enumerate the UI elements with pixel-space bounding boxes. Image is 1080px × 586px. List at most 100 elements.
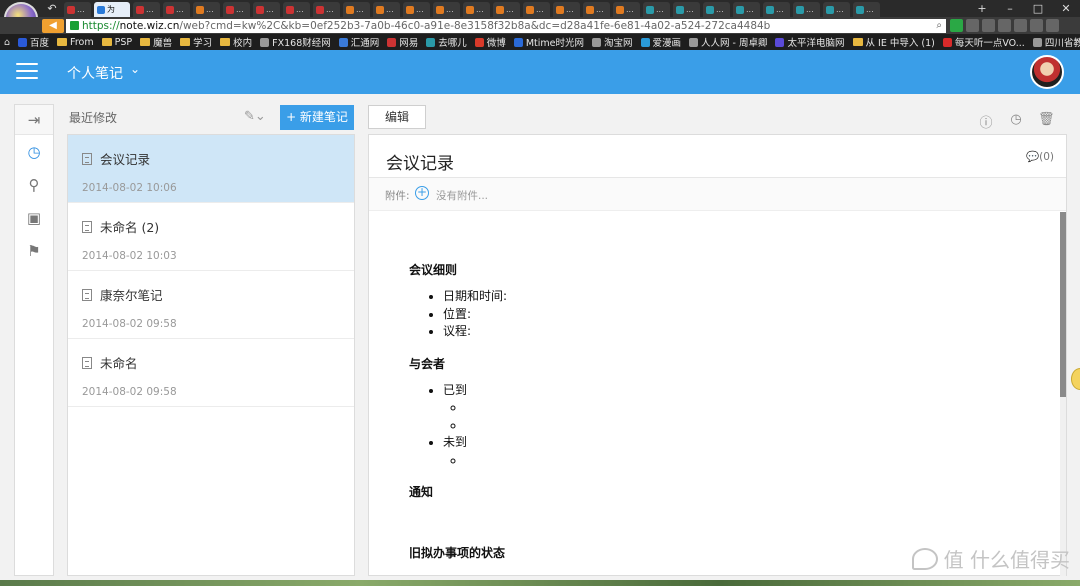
site-icon — [513, 37, 523, 47]
floating-assistant-icon[interactable] — [1071, 368, 1080, 390]
browser-tab[interactable]: ... — [763, 2, 790, 17]
note-content[interactable]: 会议细则 日期和时间: 位置: 议程: 与会者 已到 未到 通知 旧拟办事项的状… — [409, 261, 1009, 575]
browser-tab[interactable]: ... — [433, 2, 460, 17]
browser-tab[interactable]: ... — [853, 2, 880, 17]
back-icon[interactable]: ◀ — [42, 18, 64, 33]
minimize-icon[interactable]: – — [996, 0, 1024, 17]
note-date: 2014-08-02 10:06 — [82, 182, 177, 194]
bookmark-folder[interactable]: 从 IE 中导入 (1) — [852, 35, 935, 49]
browser-tab[interactable]: ... — [703, 2, 730, 17]
note-list-item[interactable]: 未命名 2014-08-02 09:58 — [68, 339, 354, 407]
attachments-bar: 附件: + 没有附件... — [369, 178, 1066, 211]
trash-icon[interactable]: 🗑 — [1038, 112, 1055, 131]
bookmark-folder[interactable]: 魔兽 — [140, 35, 172, 49]
content-list-item: 未到 — [443, 434, 1009, 469]
browser-tab[interactable]: ... — [373, 2, 400, 17]
extension-icon[interactable] — [950, 19, 963, 32]
browser-tab[interactable]: ... — [463, 2, 490, 17]
browser-tab[interactable]: ... — [223, 2, 250, 17]
menu-icon[interactable] — [16, 63, 38, 81]
browser-tab[interactable]: ... — [343, 2, 370, 17]
bookmark-folder[interactable]: 校内 — [220, 35, 252, 49]
note-title[interactable]: 会议记录 — [386, 149, 454, 174]
site-icon — [1032, 37, 1042, 47]
browser-tab[interactable]: ... — [493, 2, 520, 17]
browser-tab[interactable]: ... — [64, 2, 91, 17]
chat-icon[interactable] — [1030, 19, 1043, 32]
editor-scrollbar[interactable] — [1060, 212, 1066, 576]
recent-clock-icon[interactable]: ◷ — [15, 135, 53, 168]
bookmark-item[interactable]: 人人网 - 周卓卿 — [689, 35, 767, 49]
tag-icon[interactable]: ⚑ — [15, 234, 53, 267]
bookmark-item[interactable]: 网易 — [387, 35, 418, 49]
note-date: 2014-08-02 09:58 — [82, 386, 177, 398]
browser-tab[interactable]: ... — [583, 2, 610, 17]
browser-tab-active[interactable]: 为 — [94, 2, 130, 17]
search-icon[interactable]: ⚲ — [15, 168, 53, 201]
browser-tab[interactable]: ... — [733, 2, 760, 17]
new-note-button[interactable]: + 新建笔记 — [280, 105, 354, 130]
site-favicon-icon — [376, 5, 384, 14]
browser-tab[interactable]: ... — [613, 2, 640, 17]
scrollbar-thumb[interactable] — [1060, 212, 1066, 397]
bookmark-item[interactable]: 爱漫画 — [640, 35, 681, 49]
note-date: 2014-08-02 09:58 — [82, 318, 177, 330]
bookmark-item[interactable]: 汇通网 — [338, 35, 379, 49]
sort-options-icon[interactable]: ✎⌄ — [244, 109, 266, 124]
browser-tab[interactable]: ... — [793, 2, 820, 17]
download-icon[interactable] — [982, 19, 995, 32]
bookmark-item[interactable]: 每天听一点VO... — [942, 35, 1025, 49]
menu-icon[interactable] — [1046, 19, 1059, 32]
browser-tab[interactable]: ... — [553, 2, 580, 17]
add-attachment-icon[interactable]: + — [415, 186, 429, 200]
new-tab-icon[interactable]: + — [968, 0, 996, 17]
translate-icon[interactable] — [1014, 19, 1027, 32]
info-icon[interactable]: ⓘ — [978, 112, 994, 131]
browser-tab[interactable]: ... — [163, 2, 190, 17]
site-favicon-icon — [346, 5, 354, 14]
browser-tab[interactable]: ... — [133, 2, 160, 17]
browser-tab[interactable]: ... — [673, 2, 700, 17]
site-favicon-icon — [226, 5, 234, 14]
bookmark-item[interactable]: FX168财经网 — [260, 35, 331, 49]
collapse-sidebar-icon[interactable]: ⇥ — [15, 105, 53, 135]
bookmark-item[interactable]: Mtime时光网 — [513, 35, 584, 49]
note-list-item[interactable]: 康奈尔笔记 2014-08-02 09:58 — [68, 271, 354, 339]
star-icon[interactable] — [966, 19, 979, 32]
site-favicon-icon — [316, 5, 324, 14]
search-icon[interactable]: ⌕ — [936, 20, 942, 31]
edit-button[interactable]: 编辑 — [368, 105, 426, 129]
notebook-icon[interactable]: ▣ — [15, 201, 53, 234]
bookmark-item[interactable]: 四川省教育考... — [1032, 35, 1080, 49]
game-icon[interactable] — [998, 19, 1011, 32]
browser-tab[interactable]: ... — [253, 2, 280, 17]
notebook-title[interactable]: 个人笔记 — [67, 63, 123, 83]
url-field[interactable]: https:// note.wiz.cn /web?cmd=kw%2C&kb=0… — [66, 18, 946, 33]
browser-tab[interactable]: ... — [283, 2, 310, 17]
bookmark-folder[interactable]: 学习 — [180, 35, 212, 49]
empty-sublist-item — [465, 399, 1009, 417]
note-list-item[interactable]: 未命名 (2) 2014-08-02 10:03 — [68, 203, 354, 271]
note-list-item[interactable]: 会议记录 2014-08-02 10:06 — [68, 135, 354, 203]
comments-button[interactable]: 💬(0) — [1026, 150, 1054, 163]
bookmark-item[interactable]: 太平洋电脑网 — [775, 35, 845, 49]
browser-tab[interactable]: ... — [643, 2, 670, 17]
browser-tab[interactable]: ... — [403, 2, 430, 17]
home-icon[interactable]: ⌂ — [4, 37, 10, 48]
chevron-down-icon[interactable]: ⌄ — [130, 62, 140, 76]
browser-tab[interactable]: ... — [313, 2, 340, 17]
bookmark-item[interactable]: 微博 — [474, 35, 506, 49]
browser-tab[interactable]: ... — [193, 2, 220, 17]
bookmark-item[interactable]: 去哪儿 — [426, 35, 467, 49]
history-clock-icon[interactable]: ◷ — [1008, 112, 1024, 131]
bookmark-item[interactable]: 淘宝网 — [591, 35, 633, 49]
browser-tab[interactable]: ... — [523, 2, 550, 17]
bookmark-folder[interactable]: PSP — [101, 37, 132, 48]
undo-tab-icon[interactable]: ↶ — [40, 0, 64, 17]
bookmark-item[interactable]: 百度 — [18, 35, 49, 49]
close-window-icon[interactable]: ✕ — [1052, 0, 1080, 17]
browser-tab[interactable]: ... — [823, 2, 850, 17]
bookmark-folder[interactable]: From — [57, 37, 94, 48]
maximize-icon[interactable]: □ — [1024, 0, 1052, 17]
avatar[interactable] — [1030, 55, 1064, 89]
